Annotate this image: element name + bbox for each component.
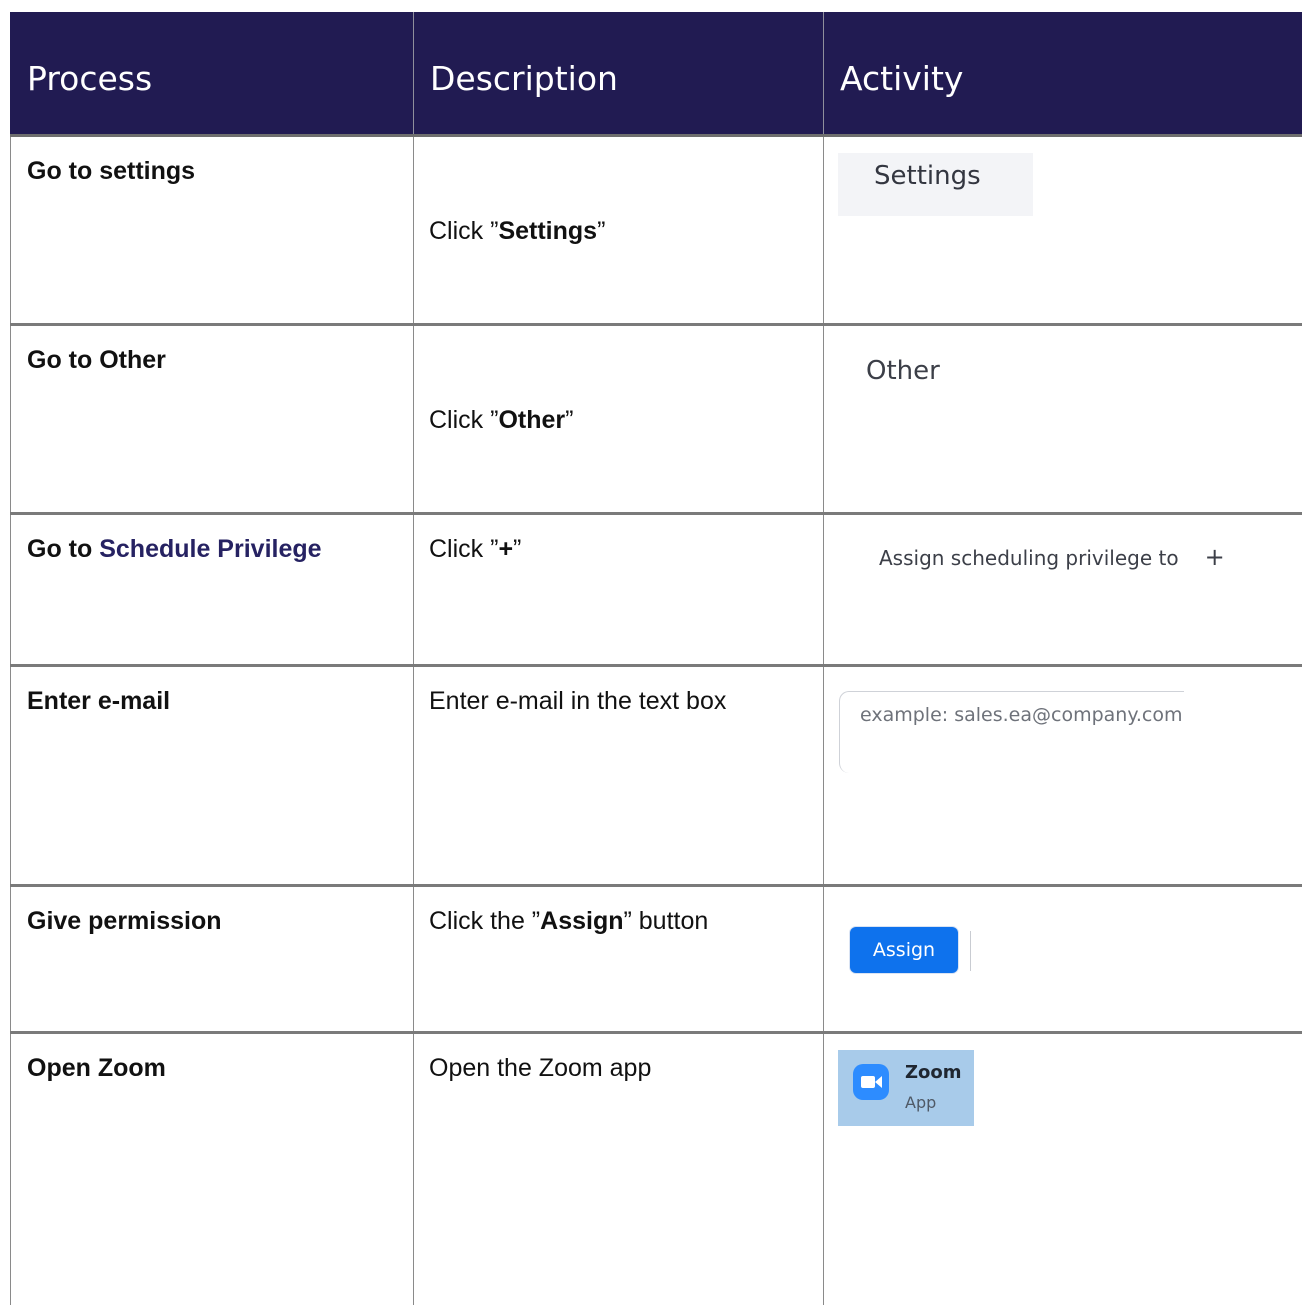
assign-privilege-label: Assign scheduling privilege to [879,545,1179,570]
description-prefix: Click ” [429,405,499,434]
description-text: Click ”Other” [414,326,823,435]
header-activity: Activity [823,12,1302,137]
description-cell: Open the Zoom app [413,1032,824,1305]
description-prefix: Click ” [429,534,499,563]
process-label: Go to Schedule Privilege [11,515,413,564]
process-cell: Open Zoom [10,1032,414,1305]
description-text: Click ”Settings” [414,137,823,246]
activity-cell: example: sales.ea@company.com, [823,665,1302,887]
description-cell: Click ”+” [413,513,824,667]
table-row: Open Zoom Open the Zoom app Zoom App [10,1032,1302,1305]
description-cell: Click ”Settings” [413,135,824,326]
description-prefix: Click the ” [429,906,541,935]
process-label: Go to settings [27,156,196,185]
table-row: Go to settings Click ”Settings” Settings [10,135,1302,326]
activity-cell: Other [823,324,1302,515]
page: Process Description Activity Go to setti… [0,0,1302,1305]
camera-lens [875,1075,882,1088]
settings-menu-item[interactable]: Settings [838,152,1033,216]
process-table: Process Description Activity Go to setti… [10,12,1302,1305]
plus-icon[interactable]: + [1205,543,1225,571]
description-bold: Other [498,405,566,434]
process-cell: Go to Other [10,324,414,515]
description-cell: Click ”Other” [413,324,824,515]
table-row: Go to Schedule Privilege Click ”+” Assig… [10,513,1302,667]
assign-button[interactable]: Assign [850,926,958,973]
activity-cell: Assign [823,885,1302,1034]
description-bold: Assign [540,906,624,935]
camera-body [861,1075,875,1088]
process-label: Open Zoom [27,1053,166,1082]
description-bold: Settings [498,216,598,245]
zoom-app-name: Zoom [905,1061,962,1083]
description-text: Click the ”Assign” button [414,887,823,936]
process-cell: Enter e-mail [10,665,414,887]
other-tab[interactable]: Other [866,356,940,386]
description-cell: Click the ”Assign” button [413,885,824,1034]
email-input[interactable]: example: sales.ea@company.com, [839,690,1184,773]
description-suffix: ” button [623,906,709,935]
zoom-app-subtitle: App [905,1092,937,1112]
header-description: Description [413,12,824,137]
process-label: Give permission [27,906,222,935]
process-label: Go to Other [27,345,166,374]
description-suffix: ” [513,534,522,563]
description-text: Enter e-mail in the text box [429,686,727,715]
process-cell: Go to Schedule Privilege [10,513,414,667]
zoom-app-tile[interactable]: Zoom App [838,1049,974,1126]
table-header-row: Process Description Activity [10,12,1302,137]
header-process: Process [10,12,414,137]
process-highlight: Schedule Privilege [99,534,322,563]
zoom-camera-icon [853,1063,889,1100]
description-suffix: ” [597,216,606,245]
description-bold: + [498,534,514,563]
description-cell: Enter e-mail in the text box [413,665,824,887]
divider [970,930,971,971]
activity-cell: Zoom App [823,1032,1302,1305]
description-text: Click ”+” [414,515,823,564]
process-cell: Give permission [10,885,414,1034]
description-suffix: ” [565,405,574,434]
table-row: Go to Other Click ”Other” Other [10,324,1302,515]
assign-scheduling-privilege: Assign scheduling privilege to + [879,543,1225,571]
activity-cell: Settings [823,135,1302,326]
table-row: Give permission Click the ”Assign” butto… [10,885,1302,1034]
description-prefix: Click ” [429,216,499,245]
activity-cell: Assign scheduling privilege to + [823,513,1302,667]
process-cell: Go to settings [10,135,414,326]
table-row: Enter e-mail Enter e-mail in the text bo… [10,665,1302,887]
description-text: Open the Zoom app [429,1053,652,1082]
process-label: Enter e-mail [27,686,171,715]
process-prefix: Go to [27,534,100,563]
